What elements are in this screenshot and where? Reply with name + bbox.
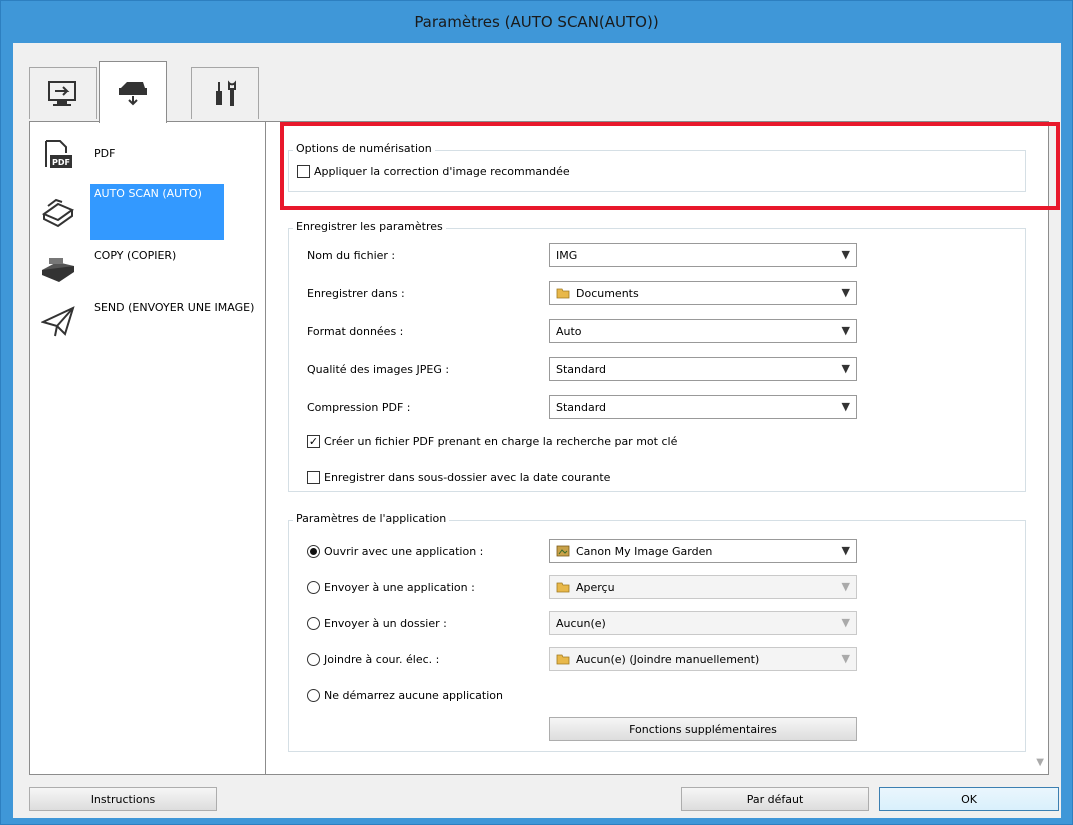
image-garden-icon <box>556 545 570 557</box>
folder-icon <box>556 287 570 299</box>
attach-email-label: Joindre à cour. élec. : <box>324 653 440 666</box>
more-functions-button[interactable]: Fonctions supplémentaires <box>549 717 857 741</box>
highlight-box <box>280 122 1060 210</box>
data-format-label: Format données : <box>307 325 404 338</box>
chevron-down-icon: ▼ <box>841 286 850 299</box>
sidebar-item-label: AUTO SCAN (AUTO) <box>90 184 224 240</box>
send-folder-dropdown[interactable]: Aucun(e) ▼ <box>549 611 857 635</box>
keyword-pdf-checkbox[interactable]: ✓ <box>307 435 320 448</box>
data-format-dropdown[interactable]: Auto ▼ <box>549 319 857 343</box>
open-app-radio[interactable] <box>307 545 320 558</box>
send-folder-radio[interactable] <box>307 617 320 630</box>
data-format-value: Auto <box>556 324 582 338</box>
copy-icon <box>42 258 74 282</box>
group-title: Paramètres de l'application <box>293 512 450 525</box>
file-name-label: Nom du fichier : <box>307 249 396 262</box>
attach-email-value: Aucun(e) (Joindre manuellement) <box>576 652 760 666</box>
sidebar-item-label: PDF <box>94 147 116 160</box>
scanner-icon <box>119 81 147 105</box>
scan-from-panel-tab[interactable] <box>99 61 167 123</box>
keyword-pdf-row[interactable]: ✓ Créer un fichier PDF prenant en charge… <box>307 435 677 448</box>
jpeg-quality-dropdown[interactable]: Standard ▼ <box>549 357 857 381</box>
tab-content-panel: PDF PDF AUTO SCAN (AUTO) COPY (COPIER) S… <box>29 121 1060 775</box>
sidebar-item-pdf[interactable]: PDF PDF <box>30 132 266 178</box>
sidebar-item-auto-scan[interactable]: AUTO SCAN (AUTO) <box>30 184 266 240</box>
dialog-client-area: PDF PDF AUTO SCAN (AUTO) COPY (COPIER) S… <box>13 43 1061 818</box>
attach-email-radio[interactable] <box>307 653 320 666</box>
send-app-radio[interactable] <box>307 581 320 594</box>
window-title: Paramètres (AUTO SCAN(AUTO)) <box>414 13 659 31</box>
chevron-down-icon: ▼ <box>841 362 850 375</box>
open-app-dropdown[interactable]: Canon My Image Garden ▼ <box>549 539 857 563</box>
settings-main-area: Options de numérisation Appliquer la cor… <box>268 122 1048 774</box>
save-in-label: Enregistrer dans : <box>307 287 405 300</box>
chevron-down-icon: ▼ <box>841 400 850 413</box>
subfolder-label: Enregistrer dans sous-dossier avec la da… <box>324 471 611 484</box>
no-app-label: Ne démarrez aucune application <box>324 689 503 702</box>
save-in-value: Documents <box>576 286 639 300</box>
settings-window: Paramètres (AUTO SCAN(AUTO)) PDF PDF AUT… <box>0 0 1073 825</box>
file-name-dropdown[interactable]: IMG ▼ <box>549 243 857 267</box>
chevron-down-icon: ▼ <box>841 616 850 629</box>
subfolder-row[interactable]: Enregistrer dans sous-dossier avec la da… <box>307 471 610 484</box>
send-folder-row[interactable]: Envoyer à un dossier : <box>307 617 447 630</box>
jpeg-quality-label: Qualité des images JPEG : <box>307 363 450 376</box>
tools-icon <box>216 79 236 106</box>
folder-icon <box>556 581 570 593</box>
send-app-value: Aperçu <box>576 580 615 594</box>
folder-icon <box>556 653 570 665</box>
keyword-pdf-label: Créer un fichier PDF prenant en charge l… <box>324 435 678 448</box>
sidebar-item-copy[interactable]: COPY (COPIER) <box>30 246 266 292</box>
send-folder-label: Envoyer à un dossier : <box>324 617 447 630</box>
computer-scan-icon <box>48 80 76 106</box>
open-app-value: Canon My Image Garden <box>576 544 713 558</box>
subfolder-checkbox[interactable] <box>307 471 320 484</box>
file-name-value: IMG <box>556 248 578 262</box>
pdf-compression-value: Standard <box>556 400 607 414</box>
no-app-radio[interactable] <box>307 689 320 702</box>
send-app-label: Envoyer à une application : <box>324 581 475 594</box>
instructions-button[interactable]: Instructions <box>29 787 217 811</box>
scan-type-sidebar: PDF PDF AUTO SCAN (AUTO) COPY (COPIER) S… <box>30 122 266 774</box>
svg-text:PDF: PDF <box>52 158 70 167</box>
pdf-compression-label: Compression PDF : <box>307 401 411 414</box>
sidebar-item-label: COPY (COPIER) <box>94 249 177 262</box>
scan-from-computer-tab[interactable] <box>29 67 97 119</box>
application-settings-group: Paramètres de l'application Ouvrir avec … <box>288 512 1026 752</box>
pdf-compression-dropdown[interactable]: Standard ▼ <box>549 395 857 419</box>
ok-button[interactable]: OK <box>879 787 1059 811</box>
sidebar-item-send[interactable]: SEND (ENVOYER UNE IMAGE) <box>30 298 266 344</box>
chevron-down-icon: ▼ <box>841 248 850 261</box>
chevron-down-icon: ▼ <box>841 652 850 665</box>
group-title: Enregistrer les paramètres <box>293 220 446 233</box>
defaults-button[interactable]: Par défaut <box>681 787 869 811</box>
save-settings-group: Enregistrer les paramètres Nom du fichie… <box>288 220 1026 492</box>
scroll-down-icon[interactable]: ▼ <box>1036 757 1044 768</box>
general-settings-tab[interactable] <box>191 67 259 119</box>
open-app-row[interactable]: Ouvrir avec une application : <box>307 545 483 558</box>
chevron-down-icon: ▼ <box>841 324 850 337</box>
no-app-row[interactable]: Ne démarrez aucune application <box>307 689 503 702</box>
attach-email-row[interactable]: Joindre à cour. élec. : <box>307 653 439 666</box>
chevron-down-icon: ▼ <box>841 580 850 593</box>
jpeg-quality-value: Standard <box>556 362 607 376</box>
open-app-label: Ouvrir avec une application : <box>324 545 484 558</box>
send-app-dropdown[interactable]: Aperçu ▼ <box>549 575 857 599</box>
paper-plane-icon <box>41 306 75 337</box>
chevron-down-icon: ▼ <box>841 544 850 557</box>
send-folder-value: Aucun(e) <box>556 616 606 630</box>
attach-email-dropdown[interactable]: Aucun(e) (Joindre manuellement) ▼ <box>549 647 857 671</box>
save-in-dropdown[interactable]: Documents ▼ <box>549 281 857 305</box>
pdf-document-icon: PDF <box>45 140 72 168</box>
auto-scan-icon <box>41 198 75 228</box>
send-app-row[interactable]: Envoyer à une application : <box>307 581 475 594</box>
sidebar-item-label: SEND (ENVOYER UNE IMAGE) <box>94 301 255 314</box>
